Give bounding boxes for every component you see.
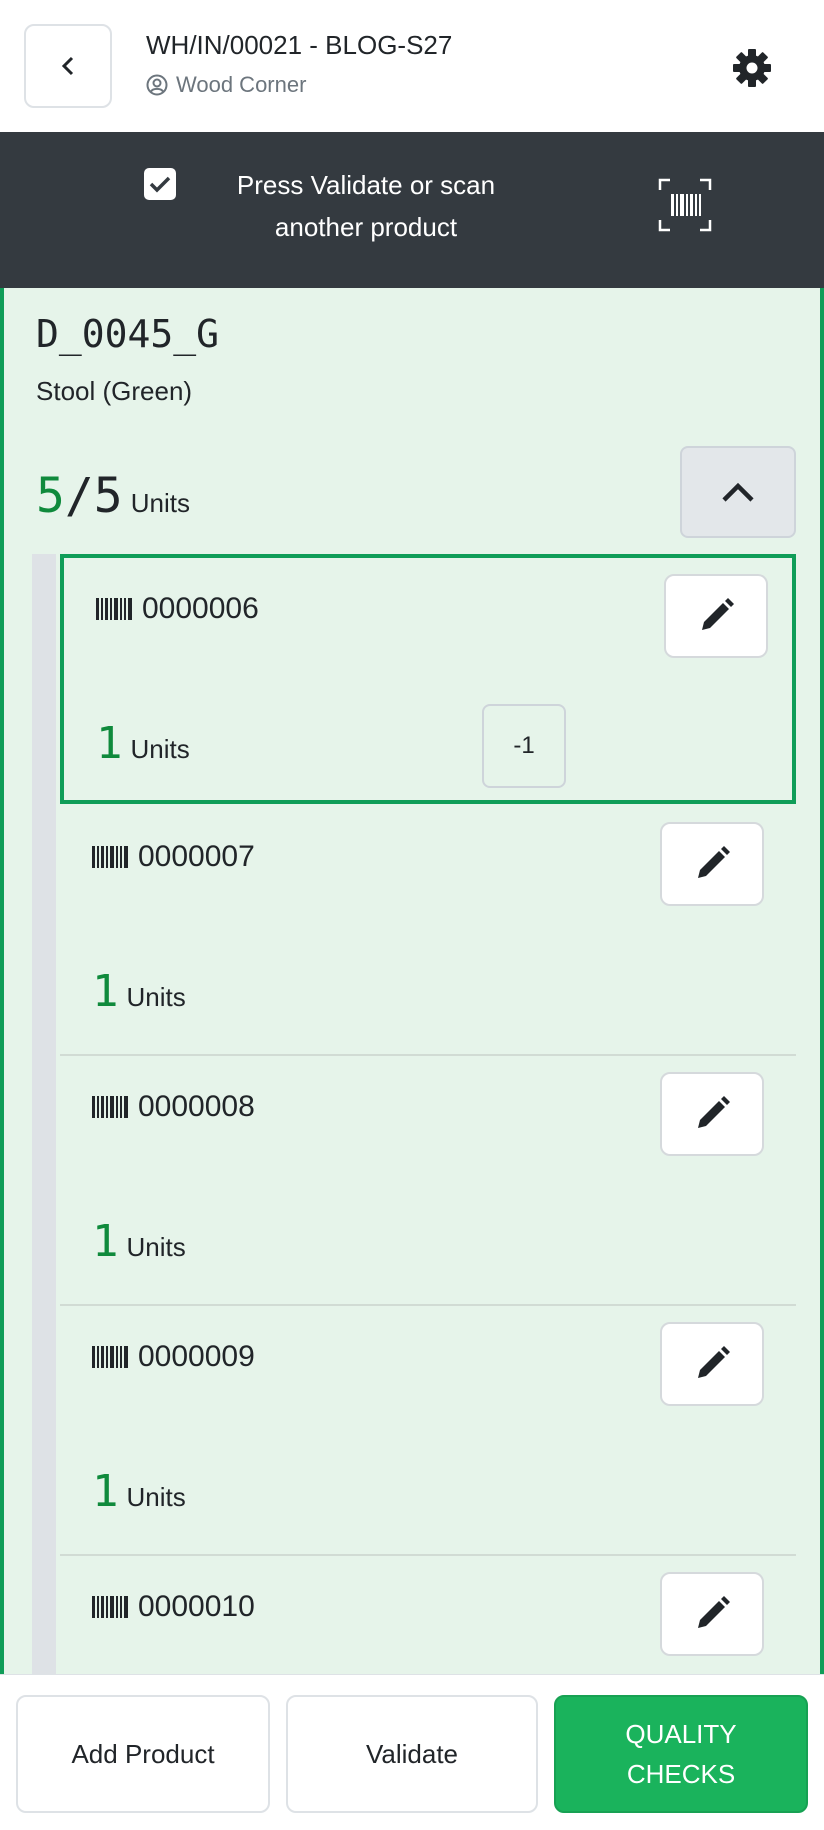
barcode-scan-icon[interactable] [658, 178, 712, 232]
lot-label: 0000007 [92, 840, 255, 874]
barcode-icon [92, 1346, 128, 1368]
lot-line[interactable]: 0000010 [60, 1556, 796, 1674]
pencil-icon [698, 846, 730, 878]
barcode-icon [92, 1596, 128, 1618]
line-qty-unit: Units [126, 1482, 186, 1512]
line-quantity: 1 Units [96, 718, 190, 769]
decrement-button[interactable]: -1 [482, 704, 566, 788]
collapse-button[interactable] [680, 446, 796, 538]
lot-label: 0000010 [92, 1590, 255, 1624]
line-qty-unit: Units [130, 734, 190, 764]
user-circle-icon [146, 74, 168, 96]
partner-line: Wood Corner [146, 72, 306, 98]
lot-lines: 0000006 1 Units -1 0000007 1 Units 00000… [32, 554, 796, 1674]
product-code: D_0045_G [36, 312, 220, 356]
edit-button[interactable] [660, 1322, 764, 1406]
lot-number: 0000007 [138, 840, 255, 873]
lines-indent-bar [32, 554, 56, 1674]
partner-name: Wood Corner [176, 72, 307, 97]
product-name: Stool (Green) [36, 376, 193, 406]
banner-message: Press Validate or scan another product [236, 170, 496, 242]
lot-number: 0000010 [138, 1590, 255, 1623]
edit-button[interactable] [660, 1572, 764, 1656]
qty-done: 5 [36, 468, 65, 524]
gear-icon[interactable] [730, 46, 774, 90]
pencil-icon [702, 598, 734, 630]
edit-button[interactable] [660, 1072, 764, 1156]
line-qty-value: 1 [92, 1466, 119, 1517]
lot-line[interactable]: 0000009 1 Units [60, 1306, 796, 1556]
line-quantity: 1 Units [92, 1216, 186, 1267]
barcode-icon [96, 598, 132, 620]
product-quantity: 5 /5 Units [36, 468, 190, 524]
lot-line[interactable]: 0000008 1 Units [60, 1056, 796, 1306]
lot-line[interactable]: 0000007 1 Units [60, 806, 796, 1056]
lot-number: 0000009 [138, 1340, 255, 1373]
lot-number: 0000006 [142, 592, 259, 625]
edit-button[interactable] [660, 822, 764, 906]
line-qty-unit: Units [126, 1232, 186, 1262]
pencil-icon [698, 1096, 730, 1128]
line-qty-value: 1 [92, 1216, 119, 1267]
pencil-icon [698, 1596, 730, 1628]
qty-unit: Units [130, 488, 190, 518]
product-card[interactable]: D_0045_G Stool (Green) 5 /5 Units 000000… [0, 288, 824, 1674]
lot-label: 0000009 [92, 1340, 255, 1374]
line-qty-unit: Units [126, 982, 186, 1012]
lot-label: 0000006 [96, 592, 259, 626]
quality-checks-button[interactable]: QUALITY CHECKS [554, 1695, 808, 1813]
lot-number: 0000008 [138, 1090, 255, 1123]
barcode-icon [92, 1096, 128, 1118]
lot-line[interactable]: 0000006 1 Units -1 [60, 554, 796, 804]
check-icon [144, 168, 176, 200]
pencil-icon [698, 1346, 730, 1378]
action-footer: Add Product Validate QUALITY CHECKS [0, 1674, 824, 1830]
qty-total: /5 [64, 468, 123, 524]
lot-label: 0000008 [92, 1090, 255, 1124]
barcode-icon [92, 846, 128, 868]
chevron-left-icon [61, 56, 74, 76]
chevron-up-icon [722, 482, 754, 502]
page-title: WH/IN/00021 - BLOG-S27 [146, 30, 453, 60]
line-qty-value: 1 [96, 718, 123, 769]
validate-button[interactable]: Validate [286, 1695, 538, 1813]
line-quantity: 1 Units [92, 966, 186, 1017]
top-header: WH/IN/00021 - BLOG-S27 Wood Corner [0, 0, 824, 132]
line-quantity: 1 Units [92, 1466, 186, 1517]
back-button[interactable] [24, 24, 112, 108]
edit-button[interactable] [664, 574, 768, 658]
line-qty-value: 1 [92, 966, 119, 1017]
add-product-button[interactable]: Add Product [16, 1695, 270, 1813]
